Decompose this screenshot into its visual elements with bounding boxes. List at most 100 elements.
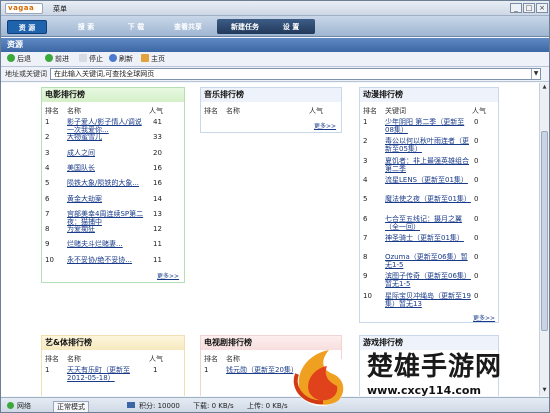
rank-cell: 2: [45, 133, 50, 142]
title-link[interactable]: 少年阴阳 第二季（更新至08集）: [385, 118, 471, 134]
title-link[interactable]: 烂赌夫斗烂赌妻...: [67, 240, 147, 248]
title-link[interactable]: 影子爱人/影子情人/调说一次我爱你...: [67, 118, 147, 134]
title-link[interactable]: 成人之间: [67, 149, 147, 157]
title-link[interactable]: 七合至五线记：摄月之翼（全一回）: [385, 215, 471, 231]
rank-cell: 8: [45, 225, 50, 234]
table-row: 1 少年阴阳 第二季（更新至08集） 0: [360, 118, 498, 137]
maximize-button[interactable]: □: [523, 3, 535, 13]
title-link[interactable]: 大物蜜雪儿: [67, 133, 147, 141]
table-row: 1 影子爱人/影子情人/调说一次我爱你... 41: [42, 118, 184, 134]
rank-cell: 5: [45, 179, 50, 188]
tab-download[interactable]: 下 载: [117, 20, 155, 34]
rank-cell: 4: [45, 163, 50, 172]
watermark: 楚雄手游网 www.cxcy114.com: [289, 344, 545, 410]
music-chart-panel: 音乐排行榜 排名 名称 人气 更多>>: [200, 87, 342, 133]
title-link[interactable]: 宫部美幸4周连续SP第二夜：猫捕中: [67, 210, 147, 226]
home-icon: [141, 54, 149, 62]
stop-icon: [79, 54, 87, 62]
rank-cell: 3: [363, 156, 368, 165]
popularity-cell: 0: [474, 137, 479, 146]
points-text: 积分: 10000: [139, 402, 180, 410]
tab-resources[interactable]: 资 源: [7, 20, 47, 34]
close-button[interactable]: ×: [536, 3, 548, 13]
title-link[interactable]: 魔法使之夜（更新至01集）: [385, 195, 471, 203]
rank-cell: 9: [45, 240, 50, 249]
table-row: 2 毒公以何以秋叶雨连者（更新至05集） 0: [360, 137, 498, 156]
home-button[interactable]: 主页: [141, 53, 165, 65]
tab-search[interactable]: 搜 索: [67, 20, 105, 34]
table-row: 2 大物蜜雪儿 33: [42, 133, 184, 148]
popularity-cell: 11: [153, 255, 162, 264]
download-speed: 下载: 0 KB/s: [193, 402, 234, 410]
rank-cell: 9: [363, 272, 368, 281]
title-link[interactable]: 神圣骑士（更新至01集）: [385, 234, 471, 242]
table-row: 5 陨铁大象/陨铁的大象... 16: [42, 179, 184, 194]
more-link[interactable]: 更多>>: [473, 313, 495, 322]
mode-selector[interactable]: 正常模式: [53, 401, 89, 412]
table-header: 排名 名称 人气: [45, 355, 163, 363]
forward-button[interactable]: 前进: [45, 53, 69, 65]
table-row: 9 烂赌夫斗烂赌妻... 11: [42, 240, 184, 255]
rank-cell: 3: [45, 148, 50, 157]
popularity-cell: 20: [153, 148, 162, 157]
popularity-cell: 0: [474, 175, 479, 184]
points-icon: [127, 402, 135, 408]
app-window: vagaa 菜单 _ □ × 资 源 搜 索 下 载 查看共享 新建任务 设 置…: [0, 0, 550, 413]
popularity-cell: 41: [153, 118, 162, 126]
tab-view-share[interactable]: 查看共享: [164, 20, 212, 34]
tab-settings[interactable]: 设 置: [273, 20, 309, 34]
movie-chart-panel: 电影排行榜 排名 名称 人气 1 影子爱人/影子情人/调说一次我爱你... 41 2 大…: [41, 87, 185, 283]
back-arrow-icon: [7, 54, 15, 62]
popularity-cell: 0: [474, 195, 479, 204]
popularity-cell: 14: [153, 194, 162, 203]
table-row: 10 永不妥协/绝不妥协... 11: [42, 256, 184, 271]
watermark-flame-logo: [293, 350, 349, 406]
table-row: 4 流星LENS（更新至01集） 0: [360, 176, 498, 195]
variety-chart-panel: 艺&体排行榜 排名 名称 人气 1 天天有乐町（更新至2012-05-18） 1: [41, 335, 185, 396]
table-header: 排名 名称 人气: [204, 107, 323, 115]
table-row: 7 神圣骑士（更新至01集） 0: [360, 234, 498, 253]
table-header: 排名 关键词 人气: [363, 107, 486, 115]
scroll-thumb[interactable]: [541, 131, 548, 331]
stop-button[interactable]: 停止: [79, 53, 103, 65]
tab-new-task[interactable]: 新建任务: [223, 20, 267, 34]
rank-cell: 4: [363, 175, 368, 184]
title-link[interactable]: 毒公以何以秋叶雨连者（更新至05集）: [385, 137, 471, 153]
popularity-cell: 0: [474, 118, 479, 126]
table-row: 3 成人之间 20: [42, 149, 184, 164]
title-link[interactable]: 永不妥协/绝不妥协...: [67, 256, 147, 264]
minimize-button[interactable]: _: [510, 3, 522, 13]
refresh-button[interactable]: 刷新: [109, 53, 133, 65]
title-link[interactable]: 美国队长: [67, 164, 147, 172]
more-link[interactable]: 更多>>: [314, 121, 336, 130]
title-link[interactable]: 夏饥者：非上最强英雄组合 第二季: [385, 157, 471, 173]
title-link[interactable]: 为爱痴狂: [67, 225, 147, 233]
chevron-down-icon[interactable]: ▼: [531, 69, 540, 79]
title-link[interactable]: 黄金大劫案: [67, 195, 147, 203]
rank-cell: 6: [363, 214, 368, 223]
panel-title: 音乐排行榜: [201, 88, 341, 102]
table-row: 5 魔法使之夜（更新至01集） 0: [360, 195, 498, 214]
table-header: 排名 名称 人气: [45, 107, 163, 115]
app-logo: vagaa: [5, 3, 43, 14]
back-button[interactable]: 后退: [7, 53, 31, 65]
popularity-cell: 16: [153, 179, 162, 188]
rank-cell: 8: [363, 253, 368, 262]
title-link[interactable]: 星际宝贝冲绳岛（更新至19集）暂无13: [385, 292, 471, 308]
title-link[interactable]: 陨铁大象/陨铁的大象...: [67, 179, 147, 187]
more-link[interactable]: 更多>>: [157, 271, 179, 280]
title-link[interactable]: Ozuma（更新至06集）暂无1-5: [385, 253, 471, 269]
refresh-icon: [109, 54, 117, 62]
panel-title: 电影排行榜: [42, 88, 184, 102]
title-link[interactable]: 滨图子传奇（更新至06集）暂无1-5: [385, 272, 471, 288]
address-input[interactable]: 在此输入关键词,可查找全球网页 ▼: [50, 68, 541, 80]
title-link[interactable]: 流星LENS（更新至01集）: [385, 176, 471, 184]
table-row: 9 滨图子传奇（更新至06集）暂无1-5 0: [360, 272, 498, 291]
rank-cell: 6: [45, 194, 50, 203]
menu-button[interactable]: 菜单: [53, 4, 67, 14]
popularity-cell: 0: [474, 253, 479, 262]
popularity-cell: 0: [474, 233, 479, 242]
scroll-up-icon[interactable]: ▲: [541, 84, 548, 91]
popularity-cell: 33: [153, 133, 162, 142]
forward-arrow-icon: [45, 54, 53, 62]
